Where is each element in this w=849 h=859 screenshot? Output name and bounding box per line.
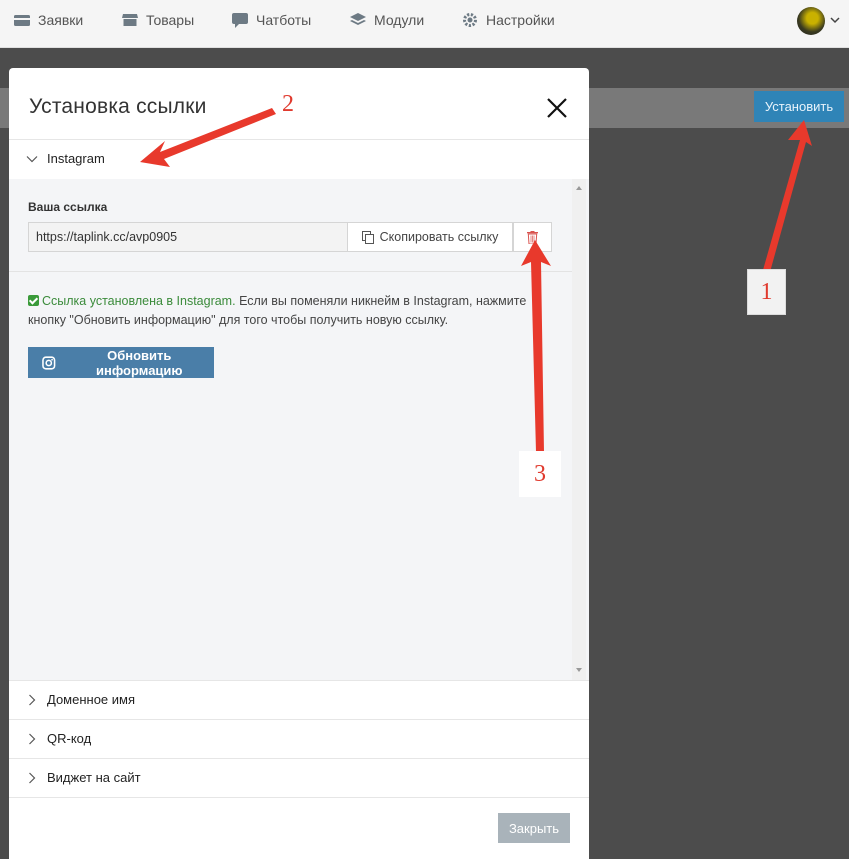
nav-item-modules[interactable]: Модули — [350, 0, 424, 40]
scroll-up-icon[interactable] — [575, 184, 583, 192]
nav-item-label: Товары — [146, 12, 195, 28]
link-input[interactable] — [28, 222, 348, 252]
close-button[interactable]: Закрыть — [498, 813, 570, 843]
store-icon — [122, 14, 138, 26]
section-instagram-label: Instagram — [47, 151, 105, 166]
layers-icon — [350, 13, 366, 25]
copy-link-button[interactable]: Скопировать ссылку — [347, 222, 513, 252]
section-widget-label: Виджет на сайт — [47, 770, 141, 785]
modal-title: Установка ссылки — [29, 95, 207, 118]
section-qr-label: QR-код — [47, 731, 92, 746]
instagram-panel: Ваша ссылка Скопировать ссылку Ссылка ус… — [9, 179, 589, 680]
refresh-info-button[interactable]: Обновить информацию — [28, 347, 214, 378]
chevron-down-icon[interactable] — [830, 15, 840, 25]
close-icon[interactable] — [545, 96, 569, 120]
trash-icon — [527, 230, 538, 244]
section-instagram[interactable]: Instagram — [9, 139, 589, 178]
chevron-right-icon — [29, 694, 36, 705]
refresh-info-label: Обновить информацию — [96, 347, 183, 378]
nav-item-orders[interactable]: Заявки — [14, 0, 83, 40]
section-qr[interactable]: QR-код — [9, 719, 589, 758]
instagram-status: Ссылка установлена в Instagram. Если вы … — [28, 292, 548, 330]
copy-link-label: Скопировать ссылку — [379, 230, 499, 244]
link-label: Ваша ссылка — [28, 200, 108, 214]
install-button[interactable]: Установить — [754, 91, 844, 122]
copy-icon — [361, 230, 374, 244]
instagram-icon — [42, 355, 56, 370]
nav-item-label: Чатботы — [256, 12, 312, 28]
chevron-down-icon — [26, 155, 38, 162]
status-ok-text: Ссылка установлена в Instagram. — [42, 294, 236, 308]
annotation-number-3: 3 — [519, 451, 561, 497]
delete-link-button[interactable] — [513, 222, 552, 252]
section-domain-label: Доменное имя — [47, 692, 136, 707]
divider — [9, 271, 572, 272]
chat-icon — [232, 13, 248, 28]
scrollbar[interactable] — [572, 179, 586, 680]
section-widget[interactable]: Виджет на сайт — [9, 758, 589, 797]
check-icon — [28, 295, 39, 306]
card-icon — [14, 15, 30, 26]
scroll-down-icon[interactable] — [575, 666, 583, 674]
chevron-right-icon — [29, 772, 36, 783]
divider — [9, 797, 589, 798]
avatar[interactable] — [797, 7, 825, 35]
install-link-modal: Установка ссылки Instagram Ваша ссылка С… — [9, 68, 589, 859]
chevron-right-icon — [29, 733, 36, 744]
nav-item-settings[interactable]: Настройки — [462, 0, 555, 40]
section-domain[interactable]: Доменное имя — [9, 680, 589, 719]
annotation-number-2: 2 — [282, 91, 294, 117]
nav-item-label: Заявки — [38, 12, 84, 28]
nav-item-chatbots[interactable]: Чатботы — [232, 0, 311, 40]
top-navigation: Заявки Товары Чатботы Модули Настройки — [0, 0, 849, 48]
gear-icon — [463, 13, 477, 27]
nav-item-label: Настройки — [486, 12, 555, 28]
annotation-number-1: 1 — [747, 269, 786, 315]
nav-item-label: Модули — [374, 12, 425, 28]
nav-item-products[interactable]: Товары — [122, 0, 194, 40]
